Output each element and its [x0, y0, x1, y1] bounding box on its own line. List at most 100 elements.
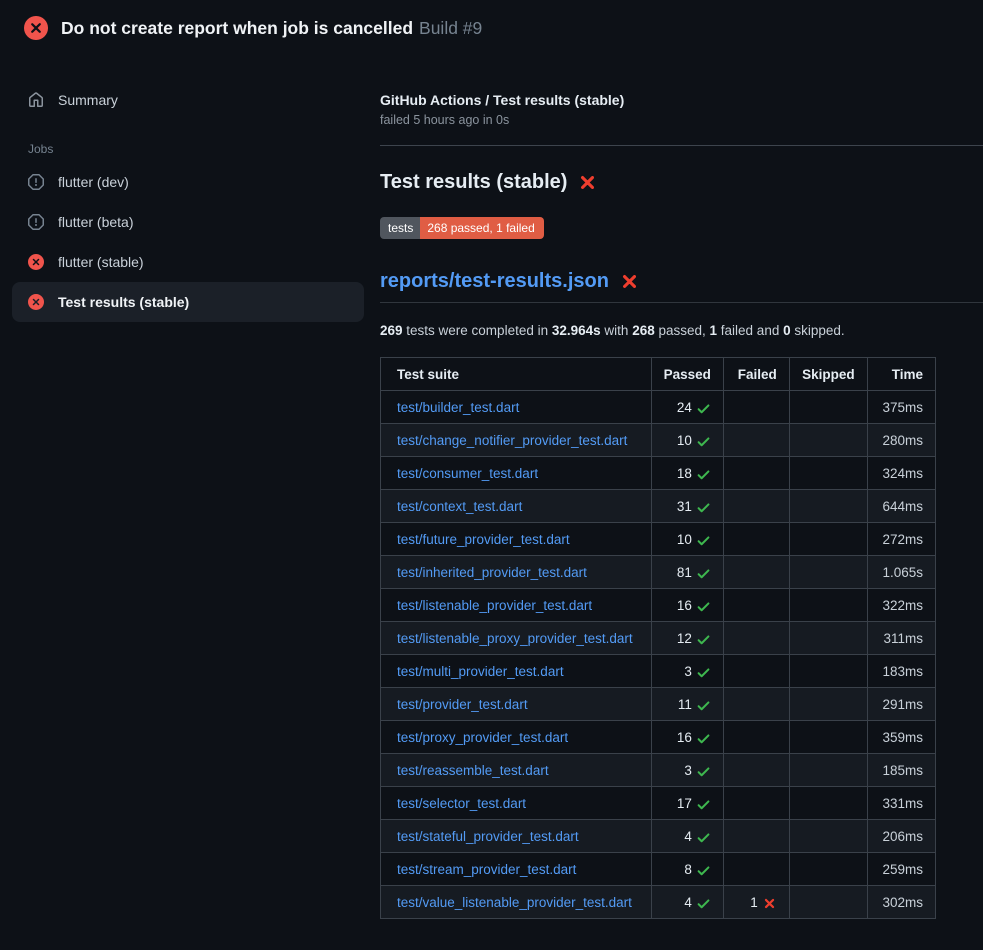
table-row: test/change_notifier_provider_test.dart …: [381, 424, 936, 457]
passed-count: 10: [677, 433, 692, 448]
suite-link[interactable]: test/context_test.dart: [397, 499, 522, 514]
time-value: 331ms: [882, 796, 923, 811]
summary-skipped: 0: [783, 323, 791, 338]
failed-cell: [723, 490, 789, 523]
time-cell: 644ms: [867, 490, 935, 523]
skipped-cell: [789, 523, 867, 556]
suite-link[interactable]: test/stateful_provider_test.dart: [397, 829, 579, 844]
passed-cell: 17: [651, 787, 723, 820]
check-icon: [696, 632, 711, 647]
skipped-cell: [789, 754, 867, 787]
table-row: test/stream_provider_test.dart 8 259ms: [381, 853, 936, 886]
suite-link[interactable]: test/listenable_proxy_provider_test.dart: [397, 631, 633, 646]
table-row: test/proxy_provider_test.dart 16 359ms: [381, 721, 936, 754]
column-header-failed: Failed: [723, 358, 789, 391]
passed-count: 11: [678, 697, 692, 712]
sidebar-job-item[interactable]: flutter (dev): [12, 162, 364, 202]
skipped-cell: [789, 853, 867, 886]
passed-cell: 18: [651, 457, 723, 490]
table-row: test/inherited_provider_test.dart 81 1.0…: [381, 556, 936, 589]
table-row: test/multi_provider_test.dart 3 183ms: [381, 655, 936, 688]
passed-count: 16: [677, 598, 692, 613]
section-title-row: Test results (stable): [380, 171, 983, 194]
sidebar-item-summary[interactable]: Summary: [12, 80, 364, 120]
table-row: test/reassemble_test.dart 3 185ms: [381, 754, 936, 787]
suite-link[interactable]: test/multi_provider_test.dart: [397, 664, 564, 679]
failed-cell: [723, 721, 789, 754]
suite-cell: test/multi_provider_test.dart: [381, 655, 652, 688]
column-header-passed: Passed: [651, 358, 723, 391]
passed-count: 8: [684, 862, 692, 877]
job-label: Test results (stable): [58, 294, 189, 310]
suite-cell: test/builder_test.dart: [381, 391, 652, 424]
passed-cell: 3: [651, 754, 723, 787]
passed-count: 4: [684, 895, 692, 910]
check-icon: [696, 863, 711, 878]
check-icon: [696, 830, 711, 845]
suite-link[interactable]: test/value_listenable_provider_test.dart: [397, 895, 632, 910]
time-value: 259ms: [882, 862, 923, 877]
passed-cell: 4: [651, 820, 723, 853]
passed-count: 17: [677, 796, 692, 811]
passed-count: 3: [684, 664, 692, 679]
column-header-time: Time: [867, 358, 935, 391]
failed-cell: [723, 391, 789, 424]
suite-link[interactable]: test/proxy_provider_test.dart: [397, 730, 568, 745]
suite-link[interactable]: test/change_notifier_provider_test.dart: [397, 433, 627, 448]
test-table-body: test/builder_test.dart 24 375ms: [381, 391, 936, 919]
job-failed-icon: [28, 294, 44, 310]
passed-cell: 12: [651, 622, 723, 655]
tests-badge-key: tests: [380, 217, 420, 239]
skipped-cell: [789, 688, 867, 721]
failed-cell: [723, 622, 789, 655]
tests-badge[interactable]: tests268 passed, 1 failed: [380, 217, 544, 239]
suite-cell: test/listenable_provider_test.dart: [381, 589, 652, 622]
time-cell: 185ms: [867, 754, 935, 787]
failed-cell: [723, 457, 789, 490]
suite-cell: test/provider_test.dart: [381, 688, 652, 721]
check-icon: [696, 764, 711, 779]
sidebar-job-item[interactable]: flutter (beta): [12, 202, 364, 242]
sidebar-summary-label: Summary: [58, 92, 118, 108]
skipped-cell: [789, 622, 867, 655]
time-cell: 324ms: [867, 457, 935, 490]
suite-link[interactable]: test/stream_provider_test.dart: [397, 862, 576, 877]
passed-count: 12: [677, 631, 692, 646]
suite-cell: test/change_notifier_provider_test.dart: [381, 424, 652, 457]
passed-cell: 8: [651, 853, 723, 886]
suite-cell: test/future_provider_test.dart: [381, 523, 652, 556]
column-header-test-suite: Test suite: [381, 358, 652, 391]
sidebar-job-item[interactable]: Test results (stable): [12, 282, 364, 322]
passed-count: 10: [677, 532, 692, 547]
report-link[interactable]: reports/test-results.json: [380, 270, 609, 293]
sidebar-job-item[interactable]: flutter (stable): [12, 242, 364, 282]
suite-link[interactable]: test/reassemble_test.dart: [397, 763, 549, 778]
suite-link[interactable]: test/builder_test.dart: [397, 400, 519, 415]
tests-badge-value: 268 passed, 1 failed: [420, 217, 543, 239]
suite-link[interactable]: test/inherited_provider_test.dart: [397, 565, 587, 580]
main-content: GitHub Actions / Test results (stable) f…: [380, 56, 983, 919]
suite-link[interactable]: test/consumer_test.dart: [397, 466, 538, 481]
suite-link[interactable]: test/selector_test.dart: [397, 796, 526, 811]
time-value: 183ms: [882, 664, 923, 679]
suite-link[interactable]: test/listenable_provider_test.dart: [397, 598, 592, 613]
passed-cell: 81: [651, 556, 723, 589]
check-icon: [696, 797, 711, 812]
skipped-cell: [789, 424, 867, 457]
summary-total: 269: [380, 323, 403, 338]
time-value: 185ms: [882, 763, 923, 778]
summary-passed: 268: [632, 323, 655, 338]
time-cell: 183ms: [867, 655, 935, 688]
time-value: 272ms: [882, 532, 923, 547]
skipped-cell: [789, 490, 867, 523]
passed-count: 31: [677, 499, 692, 514]
build-title: Do not create report when job is cancell…: [61, 18, 413, 38]
test-summary-sentence: 269 tests were completed in 32.964s with…: [380, 323, 983, 338]
passed-cell: 11: [651, 688, 723, 721]
time-value: 302ms: [882, 895, 923, 910]
passed-cell: 24: [651, 391, 723, 424]
check-icon: [696, 533, 711, 548]
suite-link[interactable]: test/future_provider_test.dart: [397, 532, 570, 547]
time-cell: 291ms: [867, 688, 935, 721]
suite-link[interactable]: test/provider_test.dart: [397, 697, 528, 712]
